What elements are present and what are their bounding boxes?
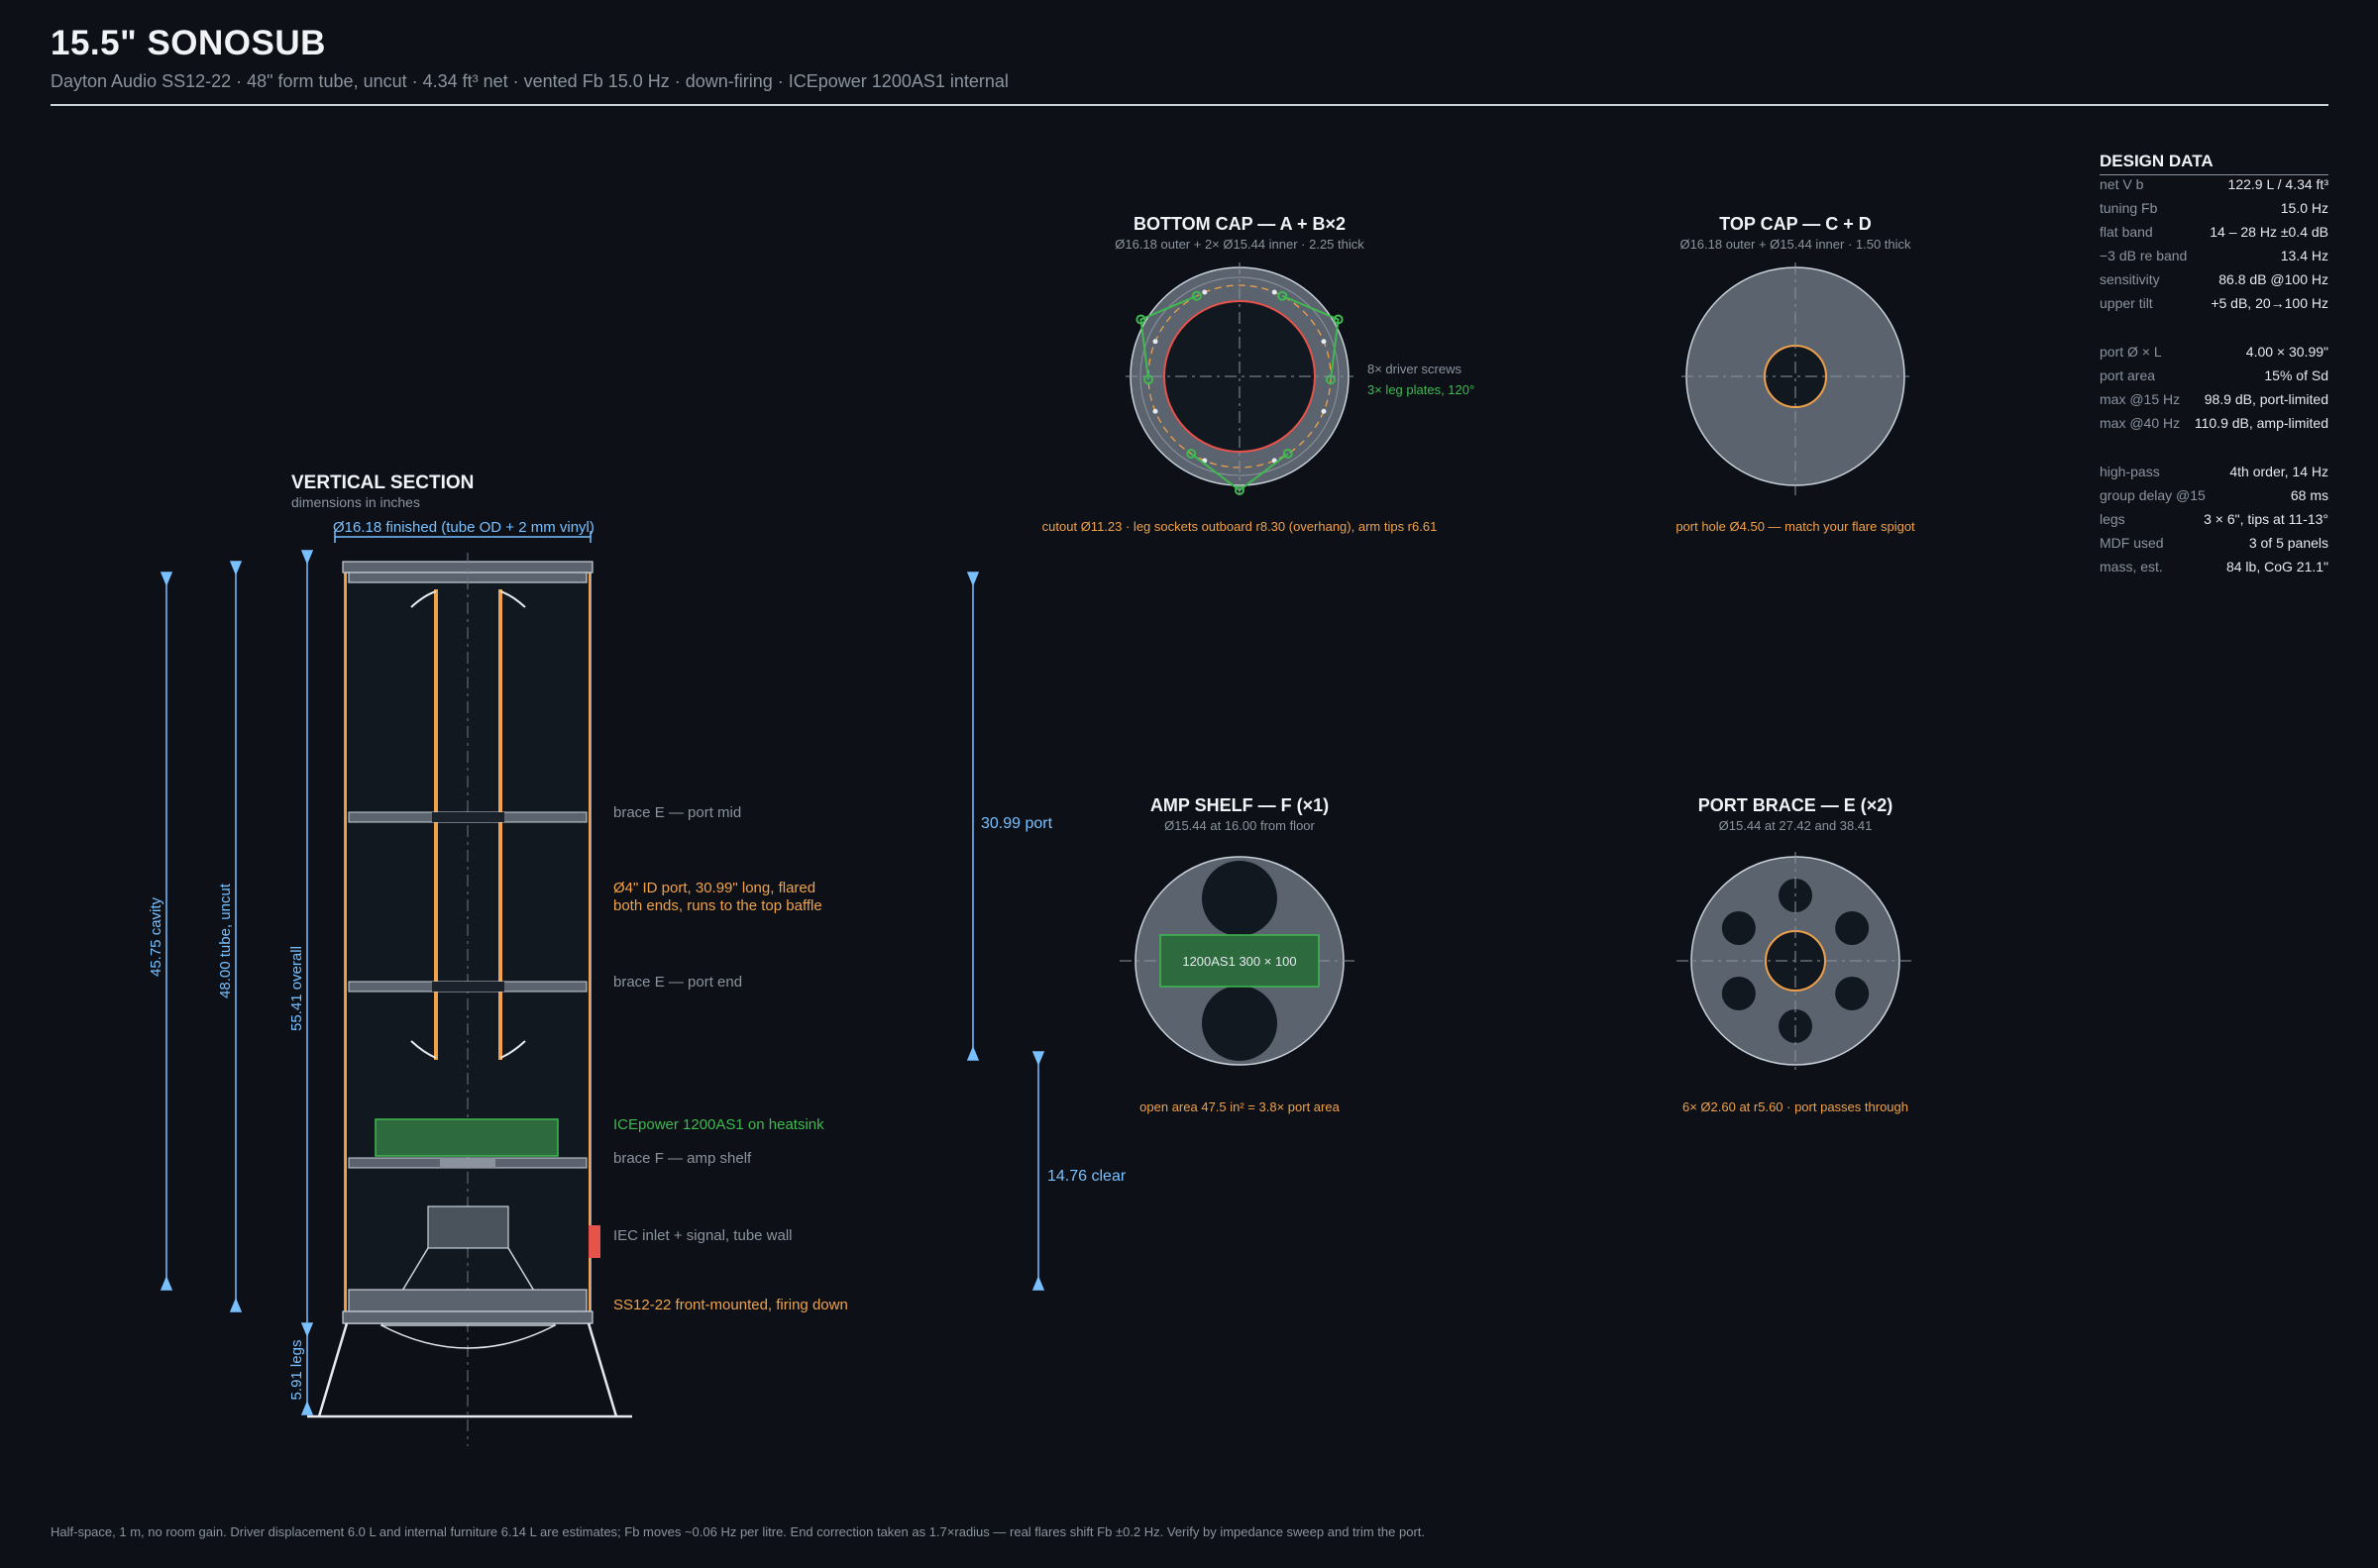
label-port-line2: both ends, runs to the top baffle	[613, 897, 822, 914]
design-row: upper tilt +5 dB, 20→100 Hz	[2100, 295, 2328, 311]
dim-port: 30.99 port	[981, 815, 1053, 832]
design-row: MDF used 3 of 5 panels	[2100, 535, 2328, 551]
section-title: VERTICAL SECTION	[291, 472, 474, 493]
design-row: sensitivity 86.8 dB @100 Hz	[2100, 271, 2328, 287]
driver-screw	[1152, 339, 1158, 345]
driver-magnet	[427, 1205, 509, 1249]
dim-tube: 48.00 tube, uncut	[217, 883, 234, 998]
port-brace-title: PORT BRACE — E (×2)	[1698, 795, 1893, 815]
amp-module	[375, 1118, 559, 1157]
dim-overall: 55.41 overall	[288, 946, 305, 1031]
brace-hole	[1835, 911, 1870, 945]
design-row: max @40 Hz 110.9 dB, amp-limited	[2100, 415, 2328, 431]
top-cap-view: TOP CAP — C + D Ø16.18 outer + Ø15.44 in…	[1675, 214, 1915, 534]
driver-screw	[1202, 289, 1208, 295]
design-row: group delay @15 68 ms	[2100, 487, 2328, 503]
design-row: legs 3 × 6", tips at 11-13°	[2100, 511, 2328, 527]
driver-screw	[1321, 339, 1327, 345]
dim-legs: 5.91 legs	[288, 1340, 305, 1401]
top-cap-title: TOP CAP — C + D	[1719, 214, 1872, 234]
design-row: port area 15% of Sd	[2100, 367, 2328, 383]
driver-screw	[1271, 289, 1277, 295]
amp-shelf-module-label: 1200AS1 300 × 100	[1182, 954, 1296, 969]
design-row: mass, est. 84 lb, CoG 21.1"	[2100, 559, 2328, 575]
port-brace-subtitle: Ø15.44 at 27.42 and 38.41	[1719, 818, 1873, 833]
leg-left	[317, 1322, 349, 1417]
amp-shelf-opening-bottom	[1202, 986, 1277, 1061]
amp-shelf-opening-top	[1202, 861, 1277, 936]
label-amp: ICEpower 1200AS1 on heatsink	[613, 1116, 824, 1133]
design-row: max @15 Hz 98.9 dB, port-limited	[2100, 391, 2328, 407]
label-shelf: brace F — amp shelf	[613, 1150, 752, 1167]
design-row: port Ø × L 4.00 × 30.99"	[2100, 344, 2328, 360]
section-subtitle: dimensions in inches	[291, 494, 420, 510]
section-bottom-cap	[348, 1289, 588, 1312]
port-brace-caption: 6× Ø2.60 at r5.60 · port passes through	[1682, 1099, 1908, 1114]
bottom-cap-caption: cutout Ø11.23 · leg sockets outboard r8.…	[1042, 519, 1438, 534]
driver-screw	[1152, 408, 1158, 414]
port-brace-view: PORT BRACE — E (×2) Ø15.44 at 27.42 and …	[1676, 795, 1914, 1114]
note-driver-screws: 8× driver screws	[1367, 362, 1461, 376]
label-iec: IEC inlet + signal, tube wall	[613, 1227, 793, 1244]
design-data-rule	[2100, 174, 2328, 175]
note-leg-plates: 3× leg plates, 120°	[1367, 382, 1474, 397]
top-cap-caption: port hole Ø4.50 — match your flare spigo…	[1675, 519, 1915, 534]
design-row: high-pass 4th order, 14 Hz	[2100, 464, 2328, 479]
label-brace-end: brace E — port end	[613, 974, 742, 991]
brace-hole	[1721, 911, 1756, 945]
bottom-cap-subtitle: Ø16.18 outer + 2× Ø15.44 inner · 2.25 th…	[1115, 237, 1364, 252]
drawing-canvas: VERTICAL SECTION dimensions in inches Ø1…	[148, 214, 1915, 1446]
dim-clear: 14.76 clear	[1047, 1168, 1127, 1185]
diameter-label: Ø16.18 finished (tube OD + 2 mm vinyl)	[333, 519, 594, 536]
iec-inlet	[589, 1225, 600, 1258]
label-port-line1: Ø4" ID port, 30.99" long, flared	[613, 880, 815, 896]
bottom-cap-title: BOTTOM CAP — A + B×2	[1134, 214, 1346, 234]
design-row: flat band 14 – 28 Hz ±0.4 dB	[2100, 224, 2328, 240]
top-cap-subtitle: Ø16.18 outer + Ø15.44 inner · 1.50 thick	[1679, 237, 1911, 252]
amp-shelf-view: AMP SHELF — F (×1) Ø15.44 at 16.00 from …	[1120, 795, 1359, 1114]
amp-shelf-caption: open area 47.5 in² = 3.8× port area	[1139, 1099, 1340, 1114]
design-data-title: DESIGN DATA	[2100, 152, 2214, 170]
brace-hole	[1835, 977, 1870, 1010]
design-row: tuning Fb 15.0 Hz	[2100, 200, 2328, 216]
amp-shelf-subtitle: Ø15.44 at 16.00 from floor	[1164, 818, 1315, 833]
vertical-section: VERTICAL SECTION dimensions in inches Ø1…	[148, 472, 1127, 1446]
bottom-cap-view: BOTTOM CAP — A + B×2 Ø16.18 outer + 2× Ø…	[1042, 214, 1475, 534]
amp-shelf-title: AMP SHELF — F (×1)	[1150, 795, 1329, 815]
label-driver: SS12-22 front-mounted, firing down	[613, 1297, 848, 1313]
label-brace-mid: brace E — port mid	[613, 804, 741, 821]
brace-hole	[1721, 977, 1756, 1010]
leg-right	[587, 1322, 618, 1417]
driver-screw	[1321, 408, 1327, 414]
footnote: Half-space, 1 m, no room gain. Driver di…	[51, 1524, 1426, 1539]
dim-cavity: 45.75 cavity	[148, 896, 164, 977]
design-row: −3 dB re band 13.4 Hz	[2100, 248, 2328, 263]
design-row: net V b 122.9 L / 4.34 ft³	[2100, 176, 2328, 192]
